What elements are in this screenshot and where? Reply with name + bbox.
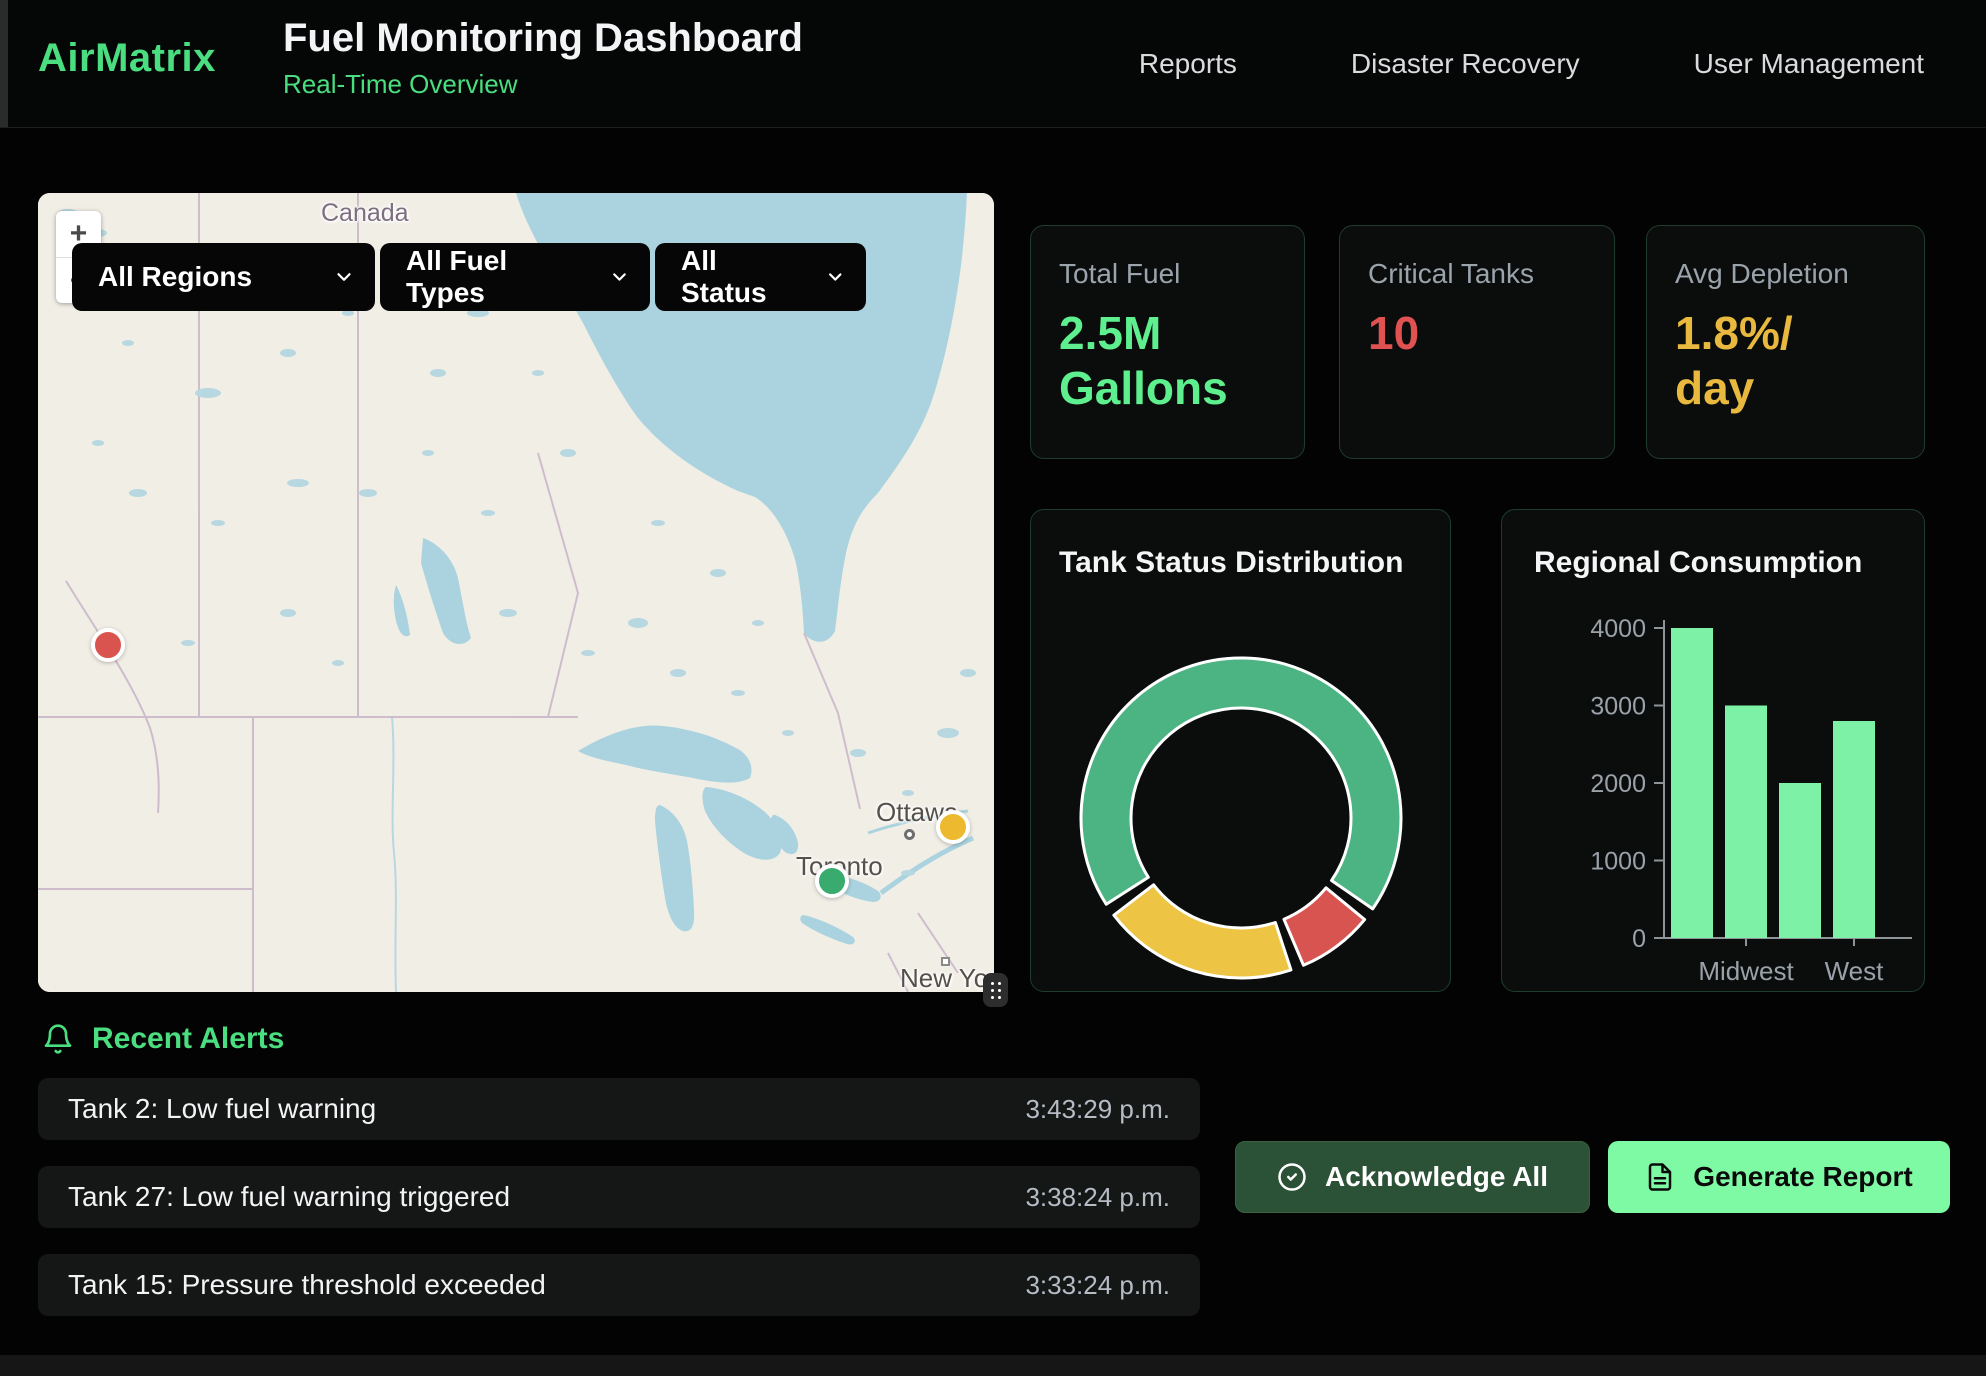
bar-region-3 bbox=[1833, 721, 1875, 938]
generate-report-button[interactable]: Generate Report bbox=[1608, 1141, 1950, 1213]
recent-alerts-header: Recent Alerts bbox=[42, 1022, 284, 1056]
nav-item-disaster-recovery[interactable]: Disaster Recovery bbox=[1351, 48, 1580, 80]
header-titles: Fuel Monitoring Dashboard Real-Time Over… bbox=[283, 16, 803, 100]
stat-card-critical-tanks: Critical Tanks 10 bbox=[1339, 225, 1615, 459]
tank-status-distribution-card: Tank Status Distribution bbox=[1030, 509, 1451, 992]
stat-value-line2: day bbox=[1675, 362, 1754, 414]
main-nav: Reports Disaster Recovery User Managemen… bbox=[1139, 0, 1986, 127]
map-marker-critical[interactable] bbox=[91, 628, 125, 662]
app-logo[interactable]: AirMatrix bbox=[38, 36, 216, 81]
file-text-icon bbox=[1645, 1162, 1675, 1192]
check-circle-icon bbox=[1277, 1162, 1307, 1192]
y-tick-label: 2000 bbox=[1590, 770, 1646, 798]
fuel-type-filter-dropdown[interactable]: All Fuel Types bbox=[380, 243, 650, 311]
page-title: Fuel Monitoring Dashboard bbox=[283, 16, 803, 61]
chevron-down-icon bbox=[609, 266, 630, 288]
stat-value: 1.8%/ day bbox=[1675, 306, 1896, 416]
donut-segment-yellow-warning bbox=[1114, 885, 1291, 978]
region-filter-dropdown[interactable]: All Regions bbox=[72, 243, 375, 311]
bar-region-2 bbox=[1779, 783, 1821, 938]
recent-alerts-title: Recent Alerts bbox=[92, 1022, 284, 1056]
generate-report-label: Generate Report bbox=[1693, 1161, 1912, 1193]
regional-consumption-bar-chart: 0 1000 2000 3000 4000 Midwest West bbox=[1502, 510, 1926, 993]
dashboard-page: AirMatrix Fuel Monitoring Dashboard Real… bbox=[0, 0, 1986, 1376]
status-filter-value: All Status bbox=[681, 245, 801, 309]
page-subtitle: Real-Time Overview bbox=[283, 69, 803, 100]
new-york-poi-icon bbox=[941, 957, 950, 966]
y-tick-label: 4000 bbox=[1590, 615, 1646, 643]
alert-row: Tank 15: Pressure threshold exceeded 3:3… bbox=[38, 1254, 1200, 1316]
chevron-down-icon bbox=[825, 266, 846, 288]
map-marker-normal[interactable] bbox=[815, 864, 849, 898]
stat-value-line2: Gallons bbox=[1059, 362, 1228, 414]
map-marker-warning[interactable] bbox=[936, 810, 970, 844]
ottawa-poi-icon bbox=[904, 829, 915, 840]
y-tick-label: 3000 bbox=[1590, 693, 1646, 721]
stat-card-avg-depletion: Avg Depletion 1.8%/ day bbox=[1646, 225, 1925, 459]
chevron-down-icon bbox=[333, 266, 355, 288]
alert-message: Tank 2: Low fuel warning bbox=[68, 1093, 376, 1125]
region-filter-value: All Regions bbox=[98, 261, 252, 293]
map-label-new-york: New York bbox=[900, 963, 994, 992]
bottom-scrollbar-track bbox=[0, 1355, 1986, 1376]
y-tick-label: 1000 bbox=[1590, 848, 1646, 876]
alert-row: Tank 27: Low fuel warning triggered 3:38… bbox=[38, 1166, 1200, 1228]
alert-message: Tank 27: Low fuel warning triggered bbox=[68, 1181, 510, 1213]
acknowledge-all-label: Acknowledge All bbox=[1325, 1161, 1548, 1193]
alert-timestamp: 3:43:29 p.m. bbox=[1025, 1094, 1170, 1125]
bar-region-0 bbox=[1671, 628, 1713, 938]
map-label-canada: Canada bbox=[321, 199, 409, 228]
bell-icon bbox=[42, 1023, 74, 1055]
window-edge bbox=[0, 0, 8, 127]
stat-label: Critical Tanks bbox=[1368, 258, 1586, 290]
map-filters: All Regions All Fuel Types All Status bbox=[72, 243, 866, 311]
donut-segment-red-critical bbox=[1284, 888, 1365, 965]
nav-item-user-management[interactable]: User Management bbox=[1694, 48, 1924, 80]
drag-handle-icon[interactable] bbox=[983, 973, 1008, 1007]
stat-label: Avg Depletion bbox=[1675, 258, 1896, 290]
app-header: AirMatrix Fuel Monitoring Dashboard Real… bbox=[0, 0, 1986, 128]
alert-timestamp: 3:38:24 p.m. bbox=[1025, 1182, 1170, 1213]
tank-status-donut-chart bbox=[1031, 510, 1452, 993]
regional-consumption-card: Regional Consumption 01000200030004000Mi… bbox=[1501, 509, 1925, 992]
donut-segment-green-normal bbox=[1081, 658, 1401, 909]
stat-label: Total Fuel bbox=[1059, 258, 1276, 290]
fuel-type-filter-value: All Fuel Types bbox=[406, 245, 585, 309]
acknowledge-all-button[interactable]: Acknowledge All bbox=[1235, 1141, 1590, 1213]
alert-message: Tank 15: Pressure threshold exceeded bbox=[68, 1269, 546, 1301]
nav-item-reports[interactable]: Reports bbox=[1139, 48, 1237, 80]
stat-card-total-fuel: Total Fuel 2.5M Gallons bbox=[1030, 225, 1305, 459]
y-tick-label: 0 bbox=[1632, 925, 1646, 953]
alert-timestamp: 3:33:24 p.m. bbox=[1025, 1270, 1170, 1301]
stat-value: 2.5M Gallons bbox=[1059, 306, 1276, 416]
x-tick-label: Midwest bbox=[1698, 956, 1794, 986]
alert-row: Tank 2: Low fuel warning 3:43:29 p.m. bbox=[38, 1078, 1200, 1140]
x-tick-label: West bbox=[1825, 956, 1885, 986]
stat-value-line1: 2.5M bbox=[1059, 307, 1161, 359]
status-filter-dropdown[interactable]: All Status bbox=[655, 243, 866, 311]
bar-region-1 bbox=[1725, 706, 1767, 939]
stat-value-line1: 1.8%/ bbox=[1675, 307, 1793, 359]
map-panel[interactable]: Canada Ottawa Toronto New York + − All R… bbox=[38, 193, 994, 992]
stat-value-line1: 10 bbox=[1368, 307, 1419, 359]
stat-value: 10 bbox=[1368, 306, 1586, 361]
